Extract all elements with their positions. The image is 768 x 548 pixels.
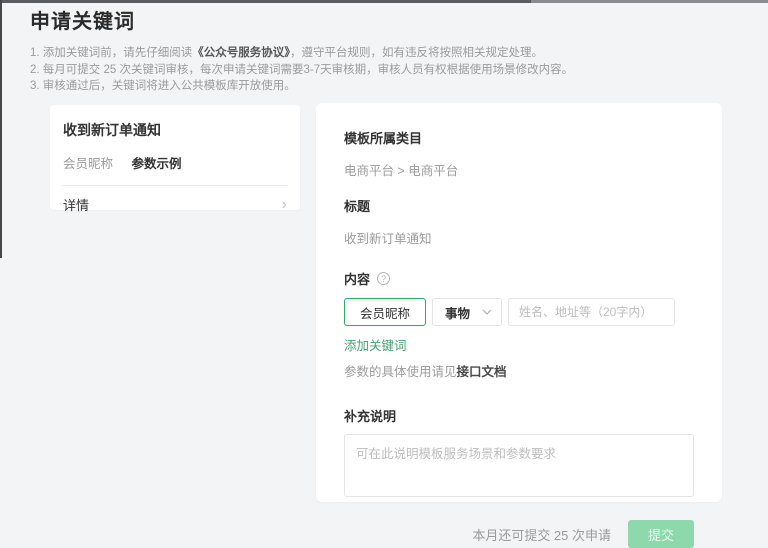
param-example-input[interactable] — [508, 298, 675, 326]
note-textarea[interactable] — [344, 434, 694, 497]
title-label: 标题 — [344, 196, 694, 215]
preview-detail-row[interactable]: 详情 › — [63, 186, 287, 223]
preview-title: 收到新订单通知 — [63, 120, 287, 140]
screenshot-left-border — [0, 0, 2, 258]
preview-detail-label: 详情 — [63, 195, 89, 214]
instructions: 1. 添加关键词前，请先仔细阅读《公众号服务协议》，遵守平台规则，如有违反将按照… — [30, 45, 730, 95]
instruction-line-1: 1. 添加关键词前，请先仔细阅读《公众号服务协议》，遵守平台规则，如有违反将按照… — [30, 45, 730, 62]
title-value: 收到新订单通知 — [344, 228, 694, 247]
doc-hint: 参数的具体使用请见接口文档 — [344, 361, 694, 380]
submit-button[interactable]: 提交 — [628, 520, 694, 548]
keyword-entry-row: 事物 — [344, 298, 694, 326]
preview-param-label: 会员昵称 — [63, 157, 113, 171]
param-type-select[interactable]: 事物 — [432, 298, 502, 326]
submit-row: 本月还可提交 25 次申请 提交 — [344, 520, 694, 548]
keyword-application-form: 模板所属类目 电商平台 > 电商平台 标题 收到新订单通知 内容 ? 事物 添加… — [316, 103, 722, 502]
instruction-line-2: 2. 每月可提交 25 次关键词审核，每次申请关键词需要3-7天审核期，审核人员… — [30, 62, 730, 79]
chevron-right-icon: › — [282, 197, 287, 213]
screenshot-top-border-light — [531, 0, 768, 3]
instruction-line-3: 3. 审核通过后，关键词将进入公共模板库开放使用。 — [30, 78, 730, 95]
chevron-down-icon — [482, 309, 492, 315]
preview-param-row: 会员昵称 参数示例 — [63, 153, 287, 172]
template-preview-card: 收到新订单通知 会员昵称 参数示例 详情 › — [50, 105, 300, 210]
service-agreement-link[interactable]: 《公众号服务协议》 — [192, 47, 290, 59]
note-label: 补充说明 — [344, 406, 694, 425]
category-label: 模板所属类目 — [344, 128, 694, 147]
keyword-input[interactable] — [344, 298, 426, 326]
help-icon[interactable]: ? — [377, 272, 390, 285]
add-keyword-link[interactable]: 添加关键词 — [344, 335, 407, 354]
page-title: 申请关键词 — [30, 5, 730, 34]
category-value: 电商平台 > 电商平台 — [344, 160, 694, 179]
api-doc-link[interactable]: 接口文档 — [457, 365, 507, 379]
param-type-value: 事物 — [445, 303, 470, 322]
content-label: 内容 ? — [344, 269, 694, 288]
preview-param-example: 参数示例 — [132, 157, 182, 171]
quota-text: 本月还可提交 25 次申请 — [472, 525, 611, 544]
page-header: 申请关键词 1. 添加关键词前，请先仔细阅读《公众号服务协议》，遵守平台规则，如… — [30, 5, 730, 95]
screenshot-top-border — [0, 0, 531, 3]
